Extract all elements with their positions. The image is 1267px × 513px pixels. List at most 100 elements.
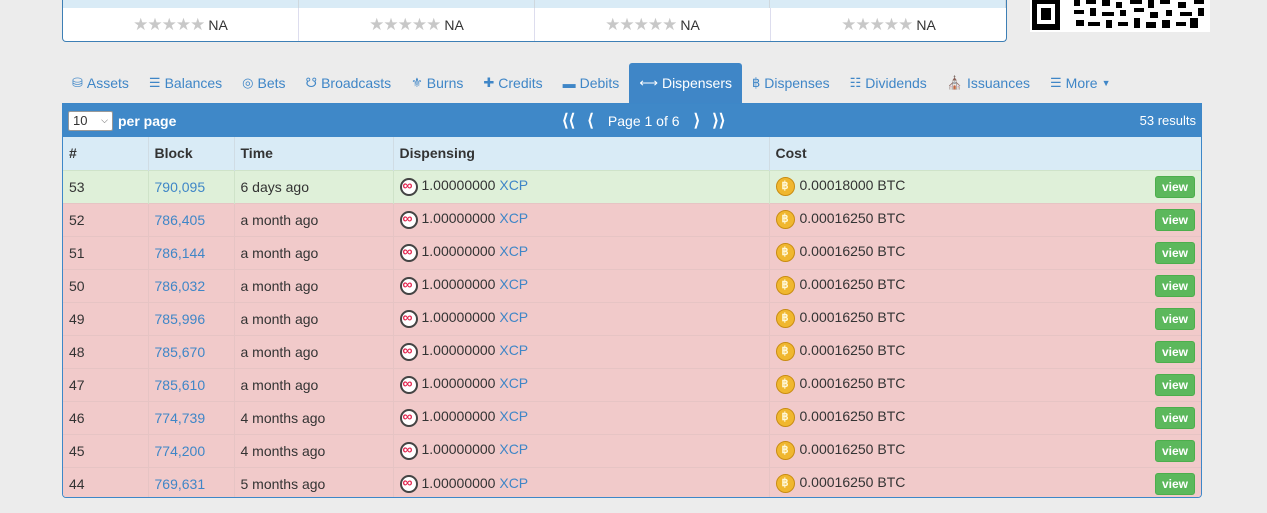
asset-link[interactable]: XCP xyxy=(499,342,528,358)
tab-label: Issuances xyxy=(966,75,1031,91)
row-time: a month ago xyxy=(234,235,394,269)
row-num: 51 xyxy=(63,235,149,269)
dispensers-table: # Block Time Dispensing Cost 53 790,095 6 … xyxy=(63,137,1201,497)
row-dispensing: 1.00000000 XCP xyxy=(393,169,770,203)
block-link[interactable]: 790,095 xyxy=(155,179,206,195)
xcp-token-icon xyxy=(399,243,418,262)
view-button[interactable]: view xyxy=(1154,274,1195,297)
tab-more[interactable]: ☰ More ▼ xyxy=(1040,63,1120,103)
asset-link[interactable]: XCP xyxy=(499,375,528,391)
tab-dispenses[interactable]: ฿ Dispenses xyxy=(742,63,840,103)
rating-cell: ★★★★★ NA xyxy=(535,8,771,41)
asset-link[interactable]: XCP xyxy=(499,408,528,424)
tab-label: More xyxy=(1065,75,1098,91)
block-link[interactable]: 785,996 xyxy=(155,311,206,327)
tab-dividends[interactable]: ☷ Dividends xyxy=(840,63,937,103)
last-page-button[interactable]: ⟩⟩ xyxy=(706,111,731,131)
block-link[interactable]: 786,405 xyxy=(155,212,206,228)
dispense-amount: 1.00000000 xyxy=(421,243,496,260)
row-time: a month ago xyxy=(234,268,394,302)
row-dispensing: 1.00000000 XCP xyxy=(393,400,770,434)
prev-page-button[interactable]: ⟨ xyxy=(581,111,600,131)
xcp-token-icon xyxy=(399,375,418,394)
per-page-select[interactable]: 10 ⌵ xyxy=(68,110,113,131)
cost-value: 0.00016250 BTC xyxy=(799,408,906,425)
asset-link[interactable]: XCP xyxy=(499,441,528,457)
cost-value: 0.00016250 BTC xyxy=(799,474,906,491)
view-button[interactable]: view xyxy=(1154,472,1195,495)
xcp-token-icon xyxy=(399,210,418,229)
row-block-cell: 786,405 xyxy=(148,202,235,236)
tab-assets[interactable]: ⛁ Assets xyxy=(62,63,139,103)
row-cost-cell: ฿ 0.00016250 BTC view xyxy=(769,433,1201,467)
block-link[interactable]: 785,610 xyxy=(155,377,206,393)
list-alt-icon: ☰ xyxy=(1050,75,1062,90)
tab-burns[interactable]: ⚜ Burns xyxy=(401,63,473,103)
row-dispensing: 1.00000000 XCP xyxy=(393,367,770,401)
view-button[interactable]: view xyxy=(1154,406,1195,429)
asset-link[interactable]: XCP xyxy=(499,177,528,193)
tab-broadcasts[interactable]: ☋ Broadcasts xyxy=(296,63,402,103)
table-row: 51 786,144 a month ago 1.00000000 XCP ฿0.000… xyxy=(63,235,1201,269)
view-button[interactable]: view xyxy=(1154,175,1195,198)
block-link[interactable]: 786,032 xyxy=(155,278,206,294)
first-page-button[interactable]: ⟨⟨ xyxy=(556,111,581,131)
tab-bar: ⛁ Assets ☰ Balances ◎ Bets ☋ Broadcasts ⚜ Burns ✚ C… xyxy=(62,63,1121,103)
view-button[interactable]: view xyxy=(1154,208,1195,231)
tab-balances[interactable]: ☰ Balances xyxy=(139,63,232,103)
tab-label: Credits xyxy=(498,75,543,91)
sitemap-icon: ☷ xyxy=(849,75,862,90)
table-row: 45774,2004 months ago1.00000000 XCP฿0.00… xyxy=(63,433,1201,467)
tab-bets[interactable]: ◎ Bets xyxy=(232,63,295,103)
per-page-label: per page xyxy=(118,112,177,129)
xcp-token-icon xyxy=(399,177,418,196)
view-button[interactable]: view xyxy=(1154,307,1195,330)
tab-issuances[interactable]: ⛪ Issuances xyxy=(937,63,1040,103)
rating-cell: ★★★★★ NA xyxy=(63,8,299,41)
header-cost: Cost xyxy=(769,137,1201,170)
row-time: 6 days ago xyxy=(234,169,394,203)
tab-credits[interactable]: ✚ Credits xyxy=(473,63,552,103)
tab-label: Broadcasts xyxy=(321,75,392,91)
block-link[interactable]: 774,200 xyxy=(155,443,206,459)
view-button[interactable]: view xyxy=(1154,373,1195,396)
row-num: 52 xyxy=(63,202,149,236)
next-page-button[interactable]: ⟩ xyxy=(688,111,707,131)
bitcoin-coin-icon: ฿ xyxy=(775,474,795,494)
asset-link[interactable]: XCP xyxy=(499,243,528,259)
cost-value: 0.00016250 BTC xyxy=(799,441,906,458)
row-cost-cell: ฿ 0.00016250 BTC view xyxy=(769,235,1201,269)
bitcoin-coin-icon: ฿ xyxy=(775,342,795,361)
asset-link[interactable]: XCP xyxy=(499,475,528,491)
block-link[interactable]: 785,670 xyxy=(155,344,206,360)
block-link[interactable]: 769,631 xyxy=(155,476,206,492)
view-button[interactable]: view xyxy=(1154,241,1195,264)
view-button[interactable]: view xyxy=(1154,439,1195,462)
tab-debits[interactable]: ▬ Debits xyxy=(553,63,630,103)
row-num: 47 xyxy=(63,367,149,401)
row-block-cell: 785,670 xyxy=(148,334,235,368)
tab-dispensers[interactable]: ⟷ Dispensers xyxy=(629,63,742,103)
star-rating-icon: ★★★★★ xyxy=(605,14,677,34)
row-block-cell: 786,144 xyxy=(148,235,235,269)
xcp-token-icon xyxy=(399,441,418,460)
asset-link[interactable]: XCP xyxy=(499,309,528,325)
tab-label: Bets xyxy=(257,75,286,91)
page-indicator: Page 1 of 6 xyxy=(607,112,680,129)
xcp-token-icon xyxy=(399,276,418,295)
asset-link[interactable]: XCP xyxy=(499,210,528,226)
megaphone-icon: ☋ xyxy=(305,75,318,90)
block-link[interactable]: 786,144 xyxy=(155,245,206,261)
block-link[interactable]: 774,739 xyxy=(155,410,206,426)
bitcoin-coin-icon: ฿ xyxy=(775,441,795,460)
xcp-token-icon xyxy=(399,309,418,328)
asset-link[interactable]: XCP xyxy=(499,276,528,292)
table-row: 53790,0956 days ago1.00000000 XCP฿0.0001… xyxy=(63,169,1201,203)
qr-code xyxy=(1030,0,1210,32)
row-num: 48 xyxy=(63,334,149,368)
row-block-cell: 785,610 xyxy=(148,367,235,401)
per-page-value: 10 xyxy=(73,113,88,128)
dispensers-panel: 10 ⌵ per page ⟨⟨ ⟨ Page 1 of 6 ⟩ ⟩⟩ 53 r… xyxy=(62,103,1202,498)
fire-icon: ⚜ xyxy=(411,75,423,90)
view-button[interactable]: view xyxy=(1154,340,1195,363)
